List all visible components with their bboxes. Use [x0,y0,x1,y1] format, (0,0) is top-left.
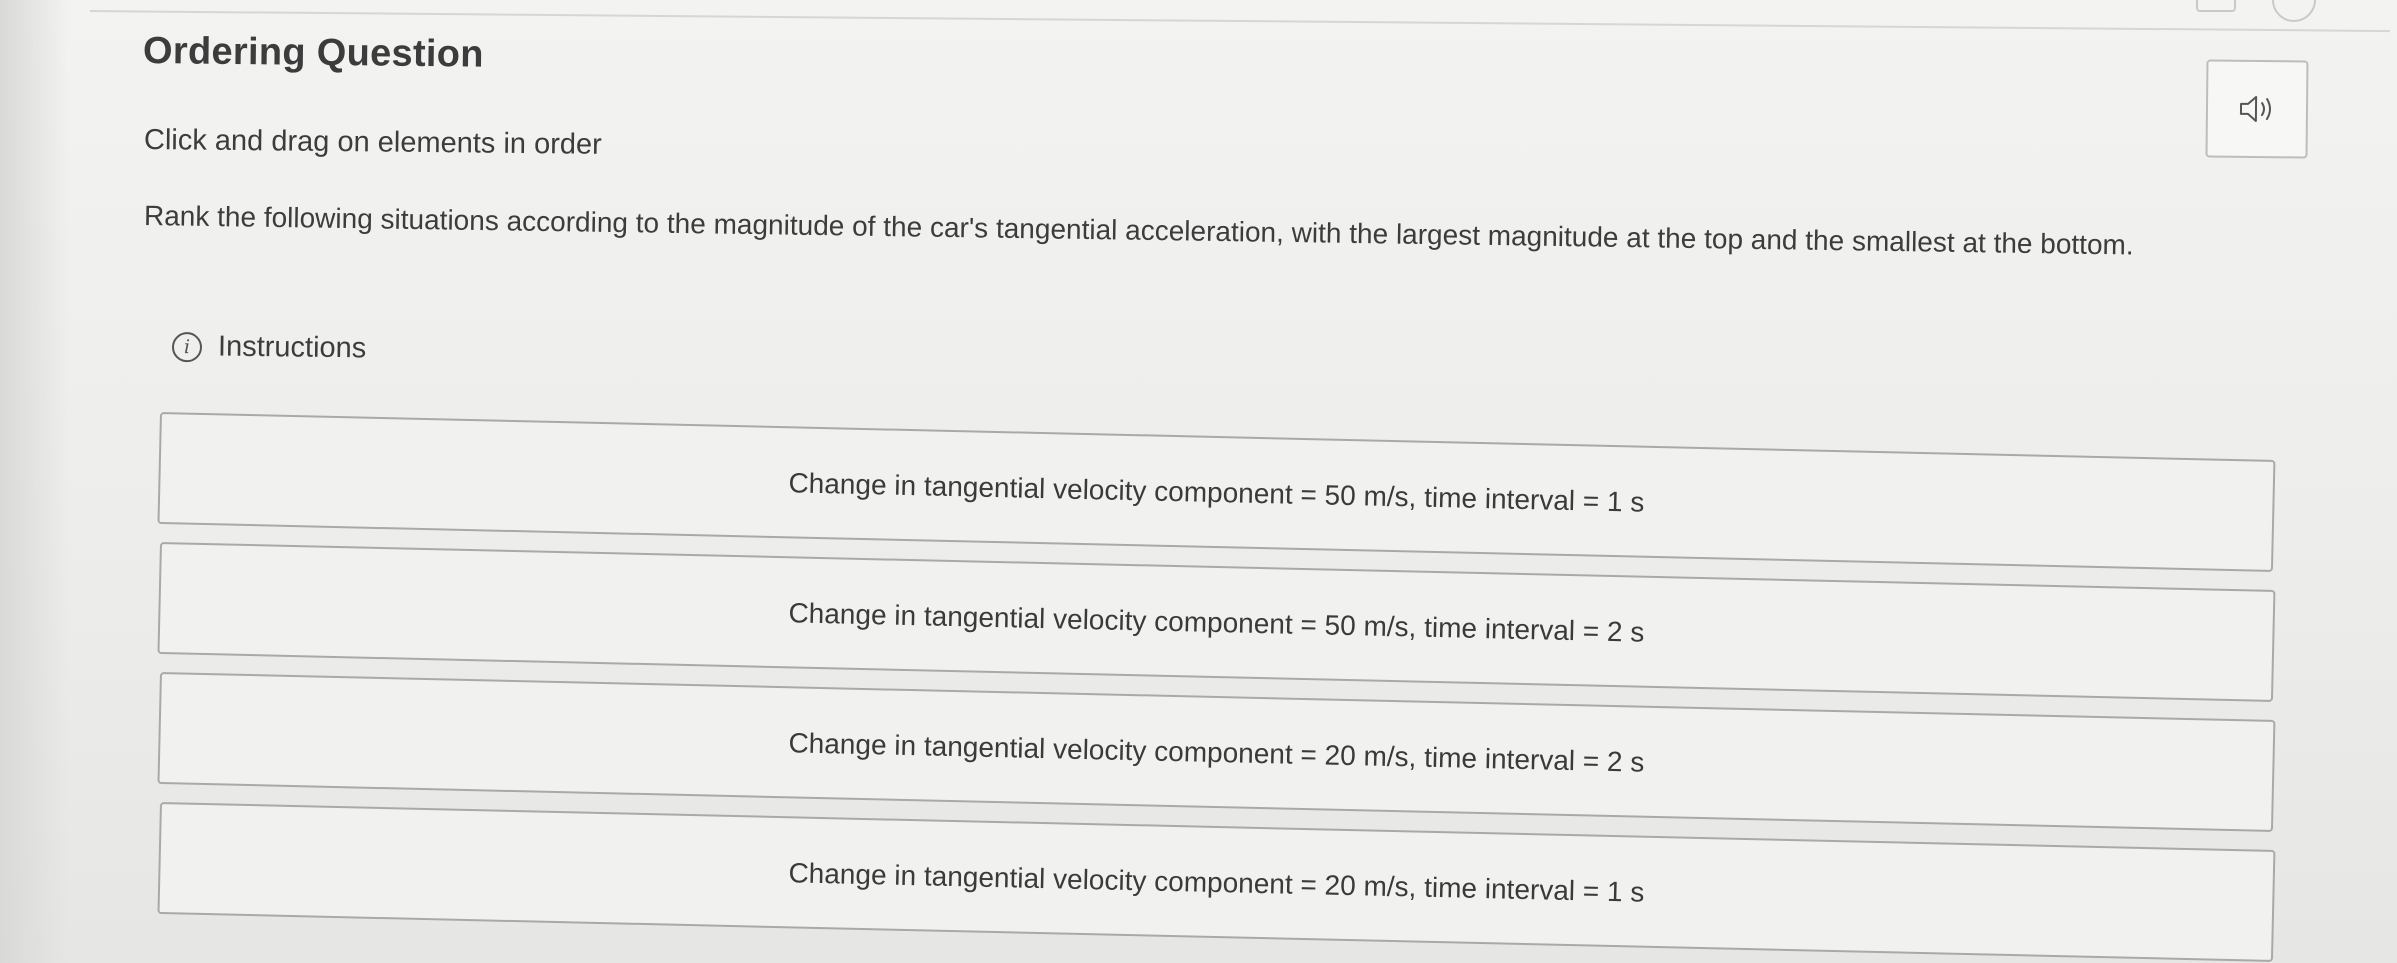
ranking-item-4[interactable]: Change in tangential velocity component … [157,802,2276,962]
ranking-item-text: Change in tangential velocity component … [788,857,1645,908]
ranking-item-text: Change in tangential velocity component … [788,727,1645,778]
page-title: Ordering Question [142,30,485,76]
ranking-item-2[interactable]: Change in tangential velocity component … [157,542,2276,702]
ranking-list: Change in tangential velocity component … [157,412,2280,962]
question-content: Ordering Question Click and drag on elem… [0,0,2397,963]
screen: Ordering Question Click and drag on elem… [0,0,2397,963]
ranking-item-3[interactable]: Change in tangential velocity component … [157,672,2276,832]
question-prompt: Rank the following situations according … [143,200,2134,261]
speaker-icon [2239,95,2271,122]
ranking-item-text: Change in tangential velocity component … [788,467,1645,518]
instructions-label: Instructions [217,330,367,365]
instructions-toggle[interactable]: i Instructions [171,330,367,365]
info-icon: i [171,331,203,362]
read-aloud-button[interactable] [2205,59,2309,159]
ranking-item-text: Change in tangential velocity component … [788,597,1645,648]
ranking-item-1[interactable]: Change in tangential velocity component … [157,412,2276,572]
question-type-instruction: Click and drag on elements in order [143,124,602,161]
